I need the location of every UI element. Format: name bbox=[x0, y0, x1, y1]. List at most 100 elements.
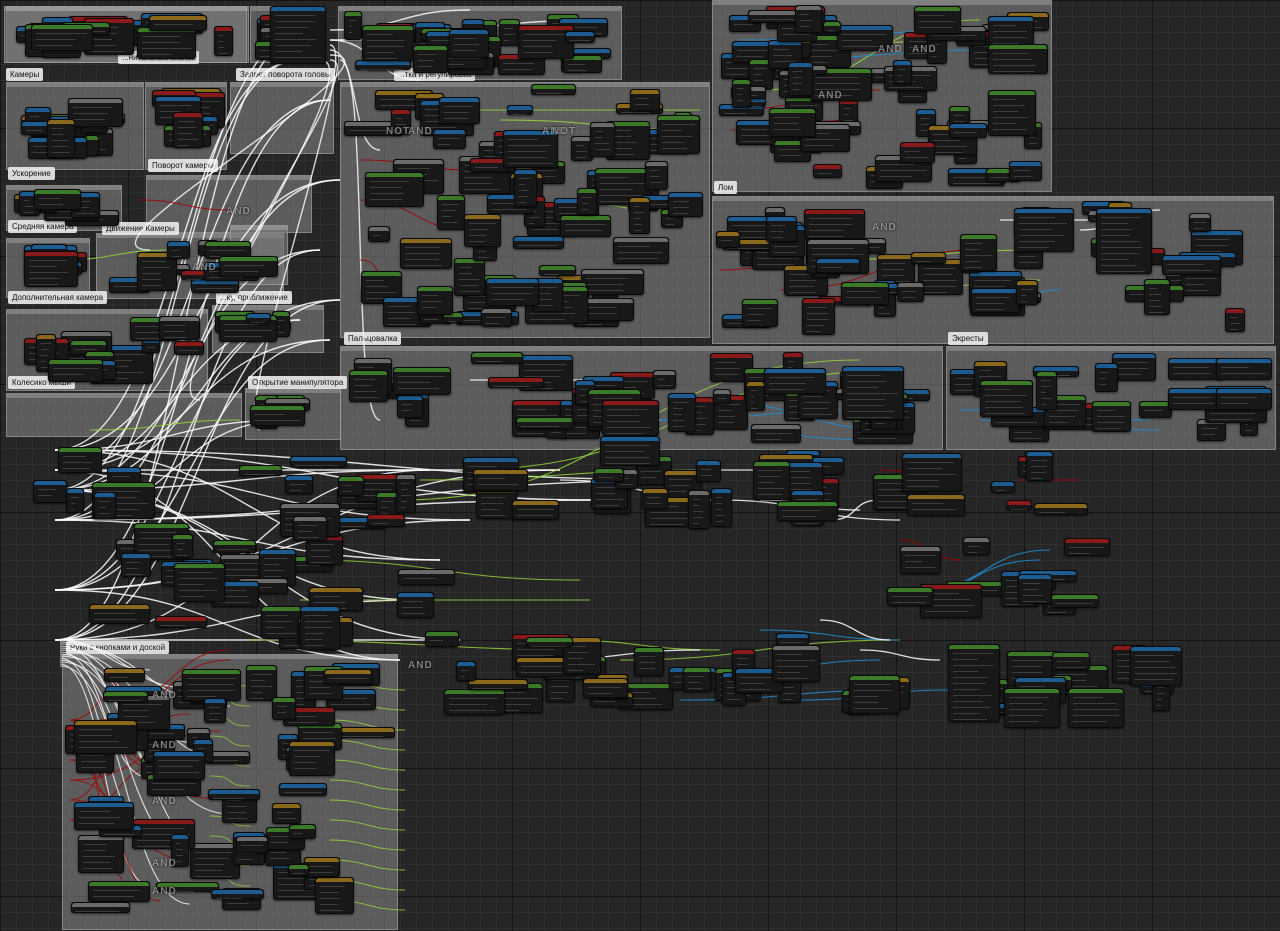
pure-function-node[interactable] bbox=[531, 84, 576, 95]
function-node[interactable] bbox=[907, 494, 965, 516]
pure-function-node[interactable] bbox=[539, 265, 576, 276]
function-node[interactable] bbox=[842, 366, 904, 420]
function-node[interactable] bbox=[583, 678, 628, 698]
boolean-operator-node[interactable]: AND bbox=[818, 90, 843, 101]
function-node[interactable] bbox=[315, 877, 354, 914]
function-node[interactable] bbox=[272, 803, 301, 824]
function-node[interactable] bbox=[33, 480, 67, 503]
function-node[interactable] bbox=[512, 500, 559, 520]
event-node[interactable] bbox=[174, 341, 204, 355]
pure-function-node[interactable] bbox=[34, 189, 81, 210]
function-node[interactable] bbox=[1014, 208, 1074, 252]
pure-function-node[interactable] bbox=[499, 19, 520, 46]
function-node[interactable] bbox=[1162, 255, 1221, 275]
boolean-operator-node[interactable]: AND bbox=[152, 886, 177, 897]
function-node[interactable] bbox=[653, 370, 676, 389]
pure-function-node[interactable] bbox=[732, 79, 751, 108]
function-node[interactable] bbox=[285, 475, 313, 494]
pure-function-node[interactable] bbox=[437, 195, 465, 230]
function-node[interactable] bbox=[397, 395, 423, 418]
pure-function-node[interactable] bbox=[289, 824, 316, 839]
function-node[interactable] bbox=[468, 679, 528, 690]
function-node[interactable] bbox=[71, 902, 130, 913]
event-node[interactable] bbox=[1006, 500, 1032, 510]
function-node[interactable] bbox=[507, 105, 533, 115]
event-node[interactable] bbox=[367, 514, 405, 527]
function-node[interactable] bbox=[449, 29, 489, 58]
function-node[interactable] bbox=[304, 857, 340, 877]
boolean-operator-node[interactable]: AND bbox=[152, 858, 177, 869]
boolean-operator-node[interactable]: AND bbox=[192, 262, 217, 273]
function-node[interactable] bbox=[630, 89, 660, 111]
function-node[interactable] bbox=[1018, 574, 1052, 604]
function-node[interactable] bbox=[788, 62, 813, 96]
function-node[interactable] bbox=[1189, 213, 1211, 232]
pure-function-node[interactable] bbox=[887, 587, 933, 606]
boolean-operator-node[interactable]: AND bbox=[872, 222, 897, 233]
function-node[interactable] bbox=[911, 252, 946, 264]
function-node[interactable] bbox=[368, 226, 390, 242]
pure-function-node[interactable] bbox=[742, 299, 778, 327]
function-node[interactable] bbox=[668, 192, 703, 217]
pure-function-node[interactable] bbox=[250, 405, 305, 426]
function-node[interactable] bbox=[893, 60, 912, 84]
function-node[interactable] bbox=[581, 269, 644, 295]
function-node[interactable] bbox=[668, 393, 696, 432]
function-node[interactable] bbox=[104, 668, 145, 682]
function-node[interactable] bbox=[629, 197, 650, 234]
function-node[interactable] bbox=[159, 316, 200, 340]
function-node[interactable] bbox=[746, 381, 765, 411]
pure-function-node[interactable] bbox=[1036, 371, 1057, 410]
pure-function-node[interactable] bbox=[31, 24, 93, 51]
function-node[interactable] bbox=[397, 592, 434, 618]
function-node[interactable] bbox=[456, 661, 476, 681]
function-node[interactable] bbox=[74, 802, 134, 830]
pure-function-node[interactable] bbox=[444, 689, 505, 715]
pure-function-node[interactable] bbox=[988, 90, 1036, 136]
function-node[interactable] bbox=[713, 389, 731, 404]
event-node[interactable] bbox=[900, 142, 935, 163]
pure-function-node[interactable] bbox=[349, 370, 388, 402]
function-node[interactable] bbox=[988, 16, 1034, 46]
pure-function-node[interactable] bbox=[246, 665, 277, 701]
function-node[interactable] bbox=[149, 15, 207, 31]
function-node[interactable] bbox=[716, 231, 740, 248]
function-node[interactable] bbox=[337, 727, 395, 738]
function-node[interactable] bbox=[396, 474, 416, 513]
event-node[interactable] bbox=[155, 616, 207, 628]
function-node[interactable] bbox=[89, 604, 150, 624]
function-node[interactable] bbox=[711, 488, 732, 527]
event-node[interactable] bbox=[1064, 538, 1110, 556]
function-node[interactable] bbox=[481, 308, 512, 327]
function-node[interactable] bbox=[433, 129, 466, 149]
function-node[interactable] bbox=[208, 789, 260, 800]
function-node[interactable] bbox=[1034, 503, 1088, 515]
blueprint-graph-canvas[interactable]: Камеры...нительных кнопокЗапрет поворота… bbox=[0, 0, 1280, 931]
function-node[interactable] bbox=[613, 237, 669, 264]
pure-function-node[interactable] bbox=[413, 45, 448, 73]
pure-function-node[interactable] bbox=[417, 286, 453, 315]
boolean-operator-node[interactable]: AND bbox=[152, 740, 177, 751]
pure-function-node[interactable] bbox=[516, 417, 575, 429]
pure-function-node[interactable] bbox=[1092, 401, 1131, 432]
function-node[interactable] bbox=[764, 368, 826, 394]
pure-function-node[interactable] bbox=[823, 21, 841, 33]
function-node[interactable] bbox=[1112, 353, 1156, 381]
pure-function-node[interactable] bbox=[362, 25, 414, 61]
pure-function-node[interactable] bbox=[960, 234, 997, 271]
pure-function-node[interactable] bbox=[577, 188, 597, 215]
function-node[interactable] bbox=[766, 216, 797, 242]
pure-function-node[interactable] bbox=[365, 172, 424, 207]
pure-function-node[interactable] bbox=[454, 258, 485, 296]
function-node[interactable] bbox=[963, 537, 990, 555]
function-node[interactable] bbox=[696, 460, 721, 482]
pure-function-node[interactable] bbox=[239, 465, 282, 476]
pure-function-node[interactable] bbox=[948, 644, 1000, 722]
function-node[interactable] bbox=[1026, 451, 1053, 481]
event-node[interactable] bbox=[488, 377, 544, 388]
pure-function-node[interactable] bbox=[338, 476, 364, 496]
function-node[interactable] bbox=[1016, 280, 1038, 305]
function-node[interactable] bbox=[751, 424, 801, 443]
pure-function-node[interactable] bbox=[103, 691, 148, 702]
function-node[interactable] bbox=[246, 313, 271, 323]
